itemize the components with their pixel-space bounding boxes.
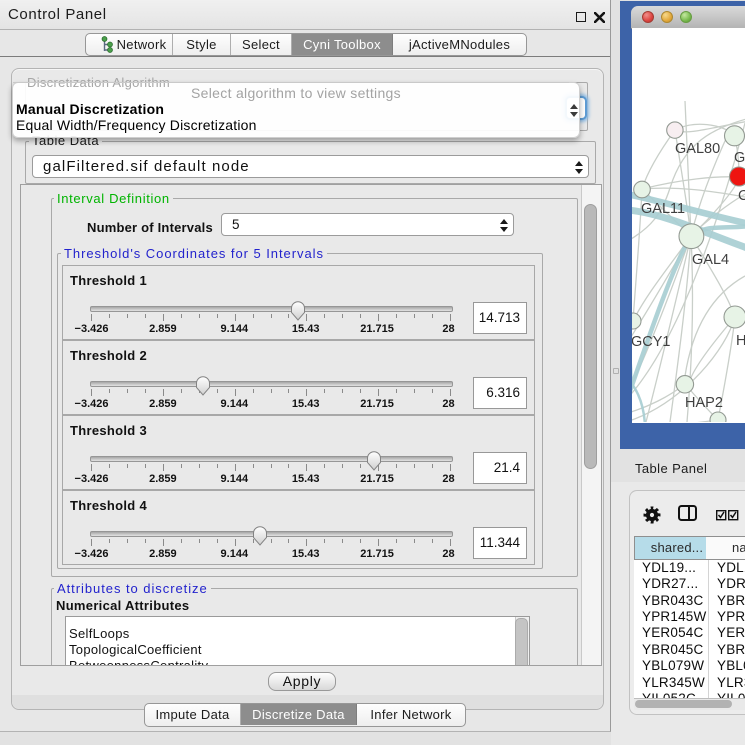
svg-text:C: C (738, 188, 745, 204)
svg-text:HAP2: HAP2 (685, 395, 723, 411)
svg-text:GAL4: GAL4 (692, 252, 729, 268)
svg-text:GAL11: GAL11 (641, 201, 685, 217)
svg-text:GA: GA (734, 150, 745, 166)
svg-text:GAL80: GAL80 (675, 141, 720, 157)
svg-text:H: H (736, 333, 745, 349)
svg-text:GCY1: GCY1 (632, 334, 671, 350)
